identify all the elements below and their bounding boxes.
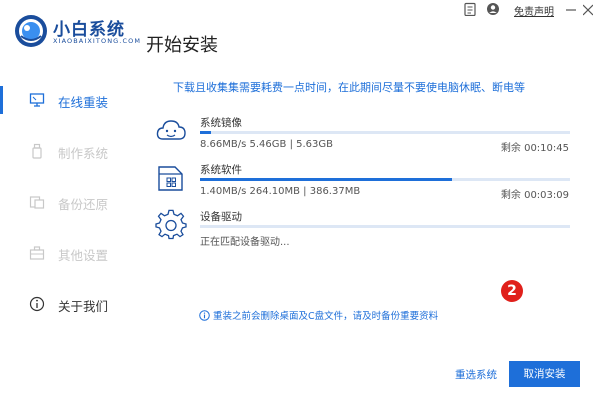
sidebar-item-label: 其他设置 [58, 248, 109, 263]
task-name: 系统镜像 [200, 117, 242, 129]
minimize-icon[interactable] [566, 2, 576, 18]
progress-fill [200, 131, 212, 134]
progress-track [200, 131, 570, 134]
task-stats: 正在匹配设备驱动... [200, 237, 290, 248]
software-folder-icon [158, 166, 183, 191]
user-icon[interactable] [486, 2, 500, 18]
cancel-install-button[interactable]: 取消安装 [509, 361, 580, 387]
sidebar: 在线重装 制作系统 备份还原 其他设置 关于我们 [0, 75, 130, 325]
backup-warning-text: 重装之前会删除桌面及C盘文件，请及时备份重要资料 [213, 311, 439, 322]
xiaobai-logo-icon [15, 15, 47, 47]
sidebar-item-backup-restore[interactable]: 备份还原 [0, 182, 130, 222]
sidebar-item-about-us[interactable]: 关于我们 [0, 284, 130, 324]
info-icon [29, 296, 45, 312]
reselect-system-link[interactable]: 重选系统 [455, 367, 497, 382]
sidebar-item-label: 在线重装 [58, 95, 109, 110]
sidebar-item-label: 备份还原 [58, 197, 109, 212]
task-name: 设备驱动 [200, 211, 242, 223]
page-title: 开始安装 [146, 35, 218, 56]
backup-icon [29, 196, 45, 209]
task-name: 系统软件 [200, 164, 242, 176]
sidebar-item-label: 制作系统 [58, 146, 109, 161]
gear-icon [155, 209, 187, 240]
installer-window: 小白系统 XIAOBAIXITONG.COM 开始安装 免责声明 在线重装 制作… [0, 0, 598, 397]
info-icon [199, 310, 210, 321]
close-icon[interactable] [583, 2, 593, 18]
progress-fill [200, 178, 452, 181]
header: 小白系统 XIAOBAIXITONG.COM 开始安装 免责声明 [0, 0, 598, 70]
task-remaining: 剩余 00:10:45 [500, 143, 569, 154]
backup-warning: 重装之前会删除桌面及C盘文件，请及时备份重要资料 [199, 308, 438, 322]
brand-subtitle: XIAOBAIXITONG.COM [53, 37, 142, 45]
sidebar-item-other-settings[interactable]: 其他设置 [0, 233, 130, 273]
task-remaining: 剩余 00:03:09 [500, 190, 569, 201]
progress-track [200, 178, 570, 181]
usb-icon [32, 143, 42, 159]
briefcase-icon [29, 246, 45, 260]
step-badge: 2 [501, 280, 523, 302]
sidebar-item-make-system[interactable]: 制作系统 [0, 131, 130, 171]
progress-track [200, 225, 570, 228]
sidebar-item-label: 关于我们 [58, 299, 109, 314]
cloud-face-icon [156, 120, 186, 140]
task-stats: 8.66MB/s 5.46GB | 5.63GB [200, 139, 333, 150]
disclaimer-link[interactable]: 免责声明 [514, 3, 554, 18]
active-indicator [0, 86, 3, 114]
sidebar-item-online-reinstall[interactable]: 在线重装 [0, 80, 130, 120]
clipboard-icon[interactable] [464, 2, 476, 18]
download-notice: 下载且收集集需要耗费一点时间，在此期间尽量不要使电脑休眠、断电等 [173, 81, 525, 94]
task-stats: 1.40MB/s 264.10MB | 386.37MB [200, 186, 361, 197]
monitor-icon [29, 93, 45, 107]
